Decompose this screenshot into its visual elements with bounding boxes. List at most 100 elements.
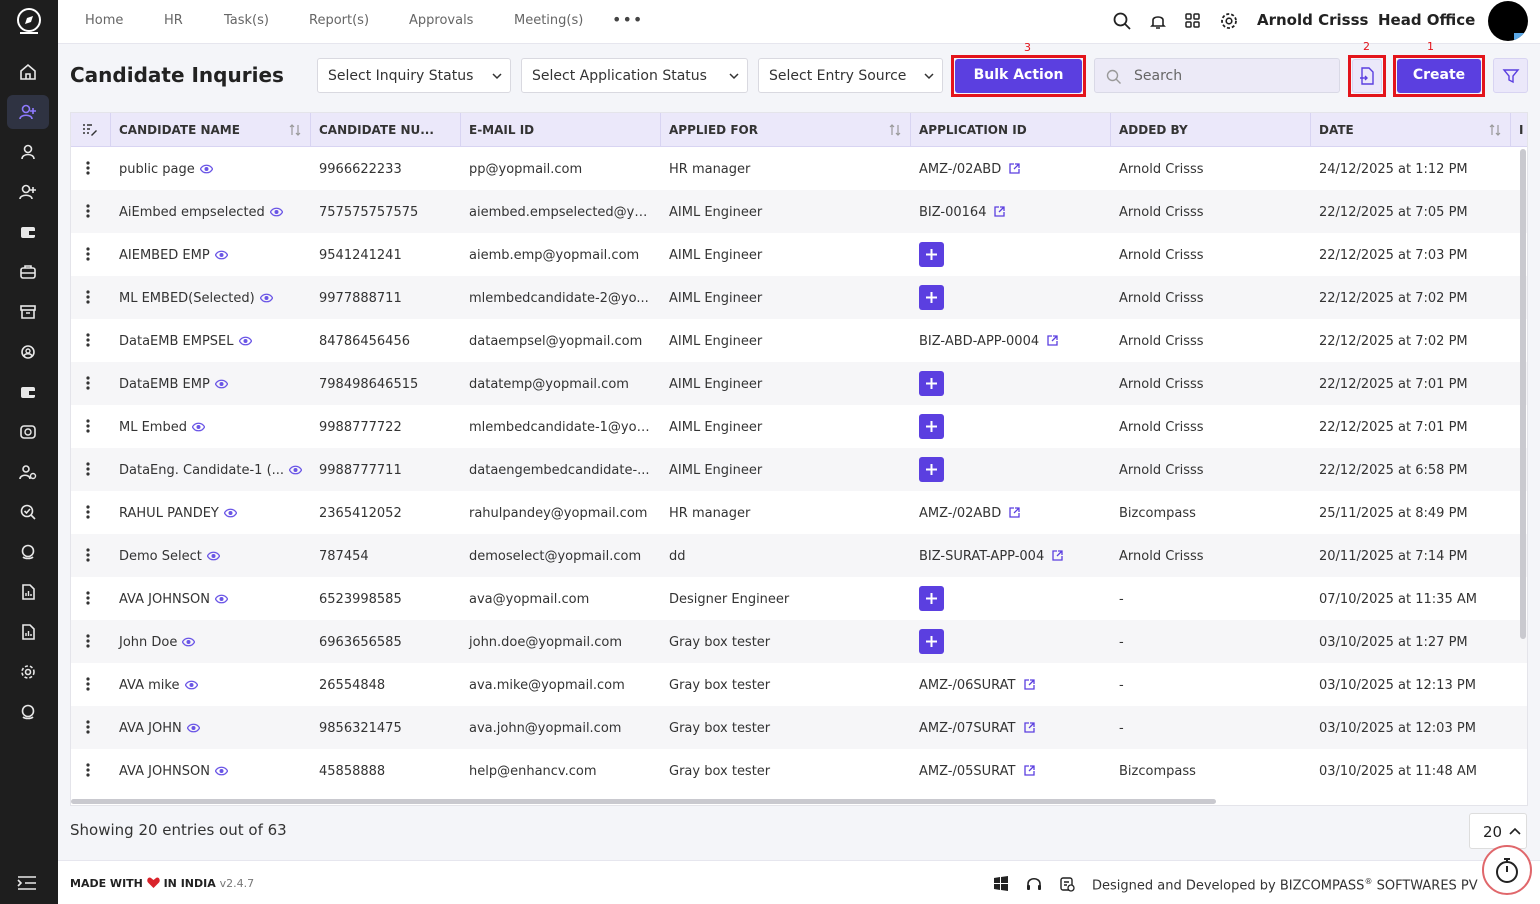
vertical-scrollbar[interactable] <box>1520 149 1526 639</box>
add-application-button[interactable] <box>919 371 944 396</box>
external-link-icon[interactable] <box>1009 507 1020 518</box>
eye-icon[interactable] <box>186 723 200 733</box>
eye-icon[interactable] <box>269 207 283 217</box>
kebab-menu-icon[interactable] <box>86 333 90 347</box>
nav-approvals[interactable]: Approvals <box>409 13 473 28</box>
table-row[interactable]: ML EMBED(Selected) 9977888711 mlembedcandi… <box>71 276 1527 319</box>
sidebar-item-candidates[interactable] <box>7 95 49 129</box>
add-application-button[interactable] <box>919 457 944 482</box>
application-id[interactable]: AMZ-/02ABD <box>919 506 1001 521</box>
application-id[interactable]: BIZ-00164 <box>919 205 986 220</box>
sidebar-item-inbox[interactable] <box>7 415 49 449</box>
column-selector[interactable] <box>71 113 111 147</box>
table-row[interactable]: Demo Select 787454 demoselect@yopmail.com d… <box>71 534 1527 577</box>
external-link-icon[interactable] <box>994 206 1006 217</box>
sort-icon[interactable] <box>1488 123 1502 137</box>
kebab-menu-icon[interactable] <box>86 290 90 304</box>
table-row[interactable]: AVA JOHN 9856321475 ava.john@yopmail.com Gr… <box>71 706 1527 749</box>
nav-home[interactable]: Home <box>85 13 123 28</box>
compass-logo-icon[interactable] <box>14 6 44 36</box>
kebab-menu-icon[interactable] <box>86 505 90 519</box>
sidebar-item-wallet[interactable] <box>7 215 49 249</box>
candidate-name[interactable]: John Doe <box>119 635 177 650</box>
application-status-select[interactable]: Select Application Status <box>521 58 748 93</box>
sort-icon[interactable] <box>288 123 302 137</box>
eye-icon[interactable] <box>223 508 237 518</box>
table-row[interactable]: RAHUL PANDEY 2365412052 rahulpandey@yopmai… <box>71 491 1527 534</box>
kebab-menu-icon[interactable] <box>86 634 90 648</box>
candidate-name[interactable]: RAHUL PANDEY <box>119 506 219 521</box>
checklist-icon[interactable] <box>1059 876 1075 892</box>
sidebar-item-search-analytics[interactable] <box>7 495 49 529</box>
table-row[interactable]: AIEMBED EMP 9541241241 aiemb.emp@yopmail.c… <box>71 233 1527 276</box>
sidebar-item-home[interactable] <box>7 55 49 89</box>
headset-icon[interactable] <box>1026 876 1042 892</box>
candidate-name[interactable]: DataEMB EMPSEL <box>119 334 234 349</box>
export-button[interactable] <box>1352 59 1382 93</box>
table-row[interactable]: public page 9966622233 pp@yopmail.com HR ma… <box>71 147 1527 190</box>
table-row[interactable]: DataEng. Candidate-1 (... 9988777711 datae… <box>71 448 1527 491</box>
column-added-by[interactable]: ADDED BY <box>1111 113 1311 147</box>
user-name[interactable]: Arnold Crisss <box>1257 11 1368 29</box>
eye-icon[interactable] <box>182 637 196 647</box>
sidebar-item-onboarding[interactable] <box>7 175 49 209</box>
application-id[interactable]: AMZ-/06SURAT <box>919 678 1016 693</box>
external-link-icon[interactable] <box>1009 163 1020 174</box>
add-application-button[interactable] <box>919 586 944 611</box>
column-email[interactable]: E-MAIL ID <box>461 113 661 147</box>
add-application-button[interactable] <box>919 242 944 267</box>
application-id[interactable]: AMZ-/07SURAT <box>919 721 1016 736</box>
kebab-menu-icon[interactable] <box>86 376 90 390</box>
collapse-menu-icon[interactable] <box>16 874 38 892</box>
sidebar-item-settings[interactable] <box>7 655 49 689</box>
search-icon[interactable] <box>1112 11 1132 31</box>
kebab-menu-icon[interactable] <box>86 419 90 433</box>
timer-button[interactable] <box>1482 845 1532 895</box>
external-link-icon[interactable] <box>1023 722 1035 733</box>
bulk-action-button[interactable]: Bulk Action <box>955 59 1082 93</box>
avatar[interactable] <box>1488 1 1528 41</box>
sidebar-item-support[interactable] <box>7 535 49 569</box>
column-application-id[interactable]: APPLICATION ID <box>911 113 1111 147</box>
candidate-name[interactable]: AVA JOHNSON <box>119 592 210 607</box>
eye-icon[interactable] <box>214 379 228 389</box>
eye-icon[interactable] <box>199 164 213 174</box>
nav-hr[interactable]: HR <box>164 13 183 28</box>
candidate-name[interactable]: DataEng. Candidate-1 (... <box>119 463 284 478</box>
table-row[interactable]: ML Embed 9988777722 mlembedcandidate-1@yop… <box>71 405 1527 448</box>
candidate-name[interactable]: AiEmbed empselected <box>119 205 265 220</box>
candidate-name[interactable]: DataEMB EMP <box>119 377 210 392</box>
kebab-menu-icon[interactable] <box>86 204 90 218</box>
sidebar-item-jobs[interactable] <box>7 255 49 289</box>
nav-meetings[interactable]: Meeting(s) <box>514 13 583 28</box>
column-date[interactable]: DATE <box>1311 113 1511 147</box>
sidebar-item-archive[interactable] <box>7 295 49 329</box>
create-button[interactable]: Create <box>1397 59 1481 93</box>
kebab-menu-icon[interactable] <box>86 161 90 175</box>
candidate-name[interactable]: AVA JOHNSON <box>119 764 210 779</box>
eye-icon[interactable] <box>191 422 205 432</box>
eye-icon[interactable] <box>289 465 303 475</box>
kebab-menu-icon[interactable] <box>86 247 90 261</box>
sort-icon[interactable] <box>888 123 902 137</box>
kebab-menu-icon[interactable] <box>86 462 90 476</box>
apps-grid-icon[interactable] <box>1183 11 1203 31</box>
eye-icon[interactable] <box>214 250 228 260</box>
table-row[interactable]: AVA JOHNSON 45858888 help@enhancv.com Gray … <box>71 749 1527 792</box>
external-link-icon[interactable] <box>1023 765 1035 776</box>
page-size-select[interactable]: 20 <box>1469 813 1527 849</box>
more-dots-icon[interactable]: ••• <box>612 10 643 29</box>
add-application-button[interactable] <box>919 414 944 439</box>
sidebar-item-team-settings[interactable] <box>7 335 49 369</box>
eye-icon[interactable] <box>238 336 252 346</box>
kebab-menu-icon[interactable] <box>86 720 90 734</box>
application-id[interactable]: BIZ-SURAT-APP-004 <box>919 549 1044 564</box>
table-row[interactable]: DataEMB EMP 798498646515 datatemp@yopmail.… <box>71 362 1527 405</box>
eye-icon[interactable] <box>214 594 228 604</box>
external-link-icon[interactable] <box>1047 335 1058 346</box>
nav-reports[interactable]: Report(s) <box>309 13 369 28</box>
candidate-name[interactable]: AVA mike <box>119 678 180 693</box>
inquiry-status-select[interactable]: Select Inquiry Status <box>317 58 511 93</box>
sidebar-item-analytics[interactable] <box>7 615 49 649</box>
horizontal-scrollbar[interactable] <box>71 799 1216 804</box>
